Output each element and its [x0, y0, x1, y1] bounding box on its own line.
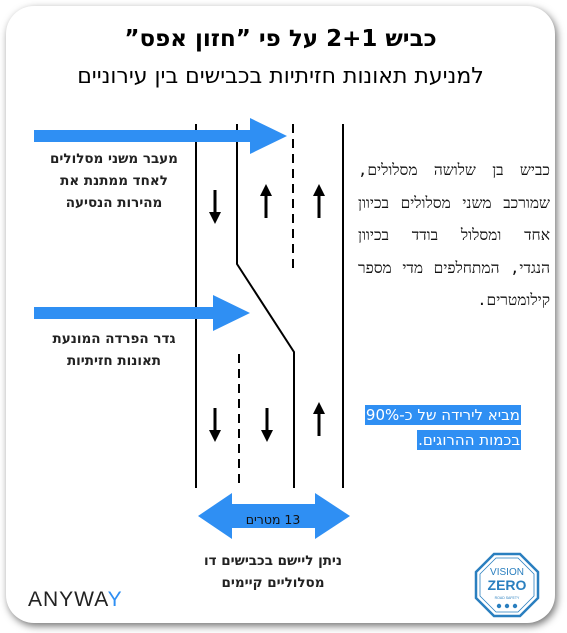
highlight-stat-text: מביא לירידה של כ-90% בכמות ההרוגים.	[364, 405, 521, 450]
vision-zero-logo: VISION ZERO ROAD SAFETY	[474, 552, 540, 618]
label-merge-line: מעבר משני מסלולים	[50, 151, 178, 167]
label-merge: מעבר משני מסלולים לאחד ממתנת את מהירות ה…	[34, 148, 194, 214]
bicycle-icon	[496, 603, 502, 609]
label-merge-line: לאחד ממתנת את	[60, 173, 168, 189]
label-barrier-line: גדר הפרדה המונעת	[52, 331, 176, 347]
applicable-note: ניתן ליישם בכבישים דו מסלוליים קיימים	[178, 550, 368, 594]
vision-zero-tagline: ROAD SAFETY	[495, 596, 520, 600]
car-icon	[512, 603, 518, 609]
pedestrian-icon	[504, 603, 510, 609]
anyway-logo-text: ANYWA	[28, 588, 108, 611]
anyway-logo-accent: Y	[107, 588, 123, 611]
applicable-note-line: מסלוליים קיימים	[221, 575, 325, 591]
label-merge-line: מהירות הנסיעה	[65, 195, 163, 211]
highlight-stat: מביא לירידה של כ-90% בכמות ההרוגים.	[361, 403, 521, 453]
infographic-card: כביש 2+1 על פי ”חזון אפס” למניעת תאונות …	[6, 6, 555, 623]
anyway-logo: ANYWAY	[28, 588, 123, 612]
label-barrier: גדר הפרדה המונעת תאונות חזיתיות	[34, 328, 194, 372]
label-barrier-line: תאונות חזיתיות	[66, 353, 162, 369]
pointer-arrow-barrier-icon	[34, 295, 250, 331]
applicable-note-line: ניתן ליישם בכבישים דו	[203, 553, 343, 569]
description-text: כביש בן שלושה מסלולים, שמורכב משני מסלול…	[358, 161, 550, 309]
road-width-label: 13 מטרים	[245, 512, 301, 527]
vision-zero-line2: ZERO	[488, 577, 527, 593]
